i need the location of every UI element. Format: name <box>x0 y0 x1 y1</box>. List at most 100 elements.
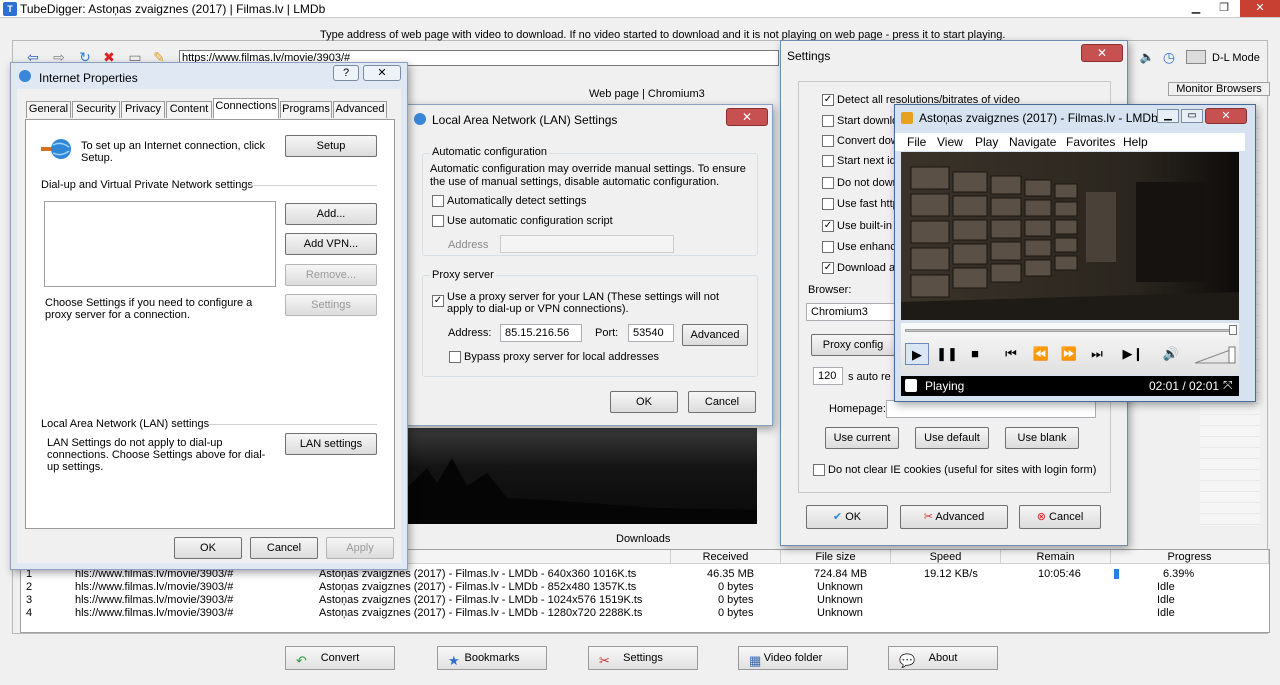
column-header-remain[interactable]: Remain <box>1001 550 1111 564</box>
auto-detect-checkbox[interactable] <box>432 195 444 207</box>
menu-file[interactable]: File <box>907 135 926 149</box>
video-folder-button[interactable]: ▦ Video folder <box>738 646 848 670</box>
advanced-button[interactable]: ✂ Advanced <box>900 505 1008 529</box>
auto-refresh-label: s auto re <box>848 371 891 383</box>
cancel-button[interactable]: ⊗ Cancel <box>1019 505 1101 529</box>
proxy-config-button[interactable]: Proxy config <box>811 334 895 356</box>
fast-forward-icon[interactable]: ⏩ <box>1057 343 1081 365</box>
tab-programs[interactable]: Programs <box>280 101 332 118</box>
apply-button[interactable]: Apply <box>326 537 394 559</box>
stop-icon[interactable]: ■ <box>963 343 987 365</box>
lan-settings-button[interactable]: LAN settings <box>285 433 377 455</box>
globe-icon <box>19 70 31 82</box>
help-icon[interactable]: ? <box>333 65 359 81</box>
browser-select[interactable]: Chromium3 <box>806 303 896 321</box>
use-default-button[interactable]: Use default <box>915 427 989 449</box>
menu-play[interactable]: Play <box>975 135 998 149</box>
web-page-view[interactable] <box>407 428 757 524</box>
media-player-window[interactable]: Astoņas zvaigznes (2017) - Filmas.lv - L… <box>894 104 1256 402</box>
tab-connections[interactable]: Connections <box>213 98 279 119</box>
option-checkbox[interactable] <box>822 241 834 253</box>
script-address-input[interactable] <box>500 235 674 253</box>
tab-general[interactable]: General <box>26 101 71 118</box>
tab-security[interactable]: Security <box>72 101 120 118</box>
cancel-button[interactable]: Cancel <box>688 391 756 413</box>
column-header-file-size[interactable]: File size <box>781 550 891 564</box>
bookmarks-button[interactable]: ★ Bookmarks <box>437 646 547 670</box>
seek-bar[interactable] <box>905 329 1235 332</box>
maximize-icon[interactable]: ❐ <box>1210 0 1238 17</box>
maximize-icon[interactable]: ▭ <box>1181 109 1203 123</box>
lan-settings-window[interactable]: Local Area Network (LAN) Settings ✕ Auto… <box>405 104 773 426</box>
column-header-received[interactable]: Received <box>671 550 781 564</box>
settings-button[interactable]: ✂ Settings <box>588 646 698 670</box>
close-icon[interactable]: ✕ <box>1205 108 1247 124</box>
forest-silhouette <box>407 458 757 524</box>
speaker-icon[interactable]: 🔈 <box>1138 48 1156 66</box>
ok-button[interactable]: OK <box>610 391 678 413</box>
tab-content[interactable]: Content <box>166 101 212 118</box>
close-icon[interactable]: ✕ <box>1081 44 1123 62</box>
ok-button[interactable]: ✔ OK <box>806 505 888 529</box>
video-frame[interactable] <box>901 152 1239 320</box>
about-button[interactable]: 💬 About <box>888 646 998 670</box>
seek-handle[interactable] <box>1229 325 1237 335</box>
tab-privacy[interactable]: Privacy <box>121 101 165 118</box>
connections-list[interactable] <box>44 201 276 287</box>
convert-button[interactable]: ↶ Convert <box>285 646 395 670</box>
option-checkbox[interactable]: ✓ <box>822 262 834 274</box>
option-checkbox[interactable] <box>822 135 834 147</box>
option-label: Use built-in r <box>837 220 899 232</box>
menu-view[interactable]: View <box>937 135 963 149</box>
ok-button[interactable]: OK <box>174 537 242 559</box>
minimize-icon[interactable]: ▁ <box>1182 0 1210 17</box>
play-icon[interactable]: ▶ <box>905 343 929 365</box>
volume-icon[interactable]: 🔊 <box>1159 343 1183 365</box>
previous-icon[interactable]: ⏮ <box>999 343 1023 365</box>
web-page-label: Web page | Chromium3 <box>589 88 705 100</box>
use-blank-button[interactable]: Use blank <box>1005 427 1079 449</box>
no-clear-cookies-checkbox[interactable] <box>813 464 825 476</box>
next-icon[interactable]: ⏭ <box>1085 343 1109 365</box>
step-forward-icon[interactable]: ▶❙ <box>1121 343 1145 365</box>
option-checkbox[interactable] <box>822 198 834 210</box>
menu-help[interactable]: Help <box>1123 135 1148 149</box>
dl-mode-label[interactable]: D-L Mode <box>1212 52 1260 64</box>
close-icon[interactable]: ✕ <box>1240 0 1280 17</box>
use-current-button[interactable]: Use current <box>825 427 899 449</box>
option-checkbox[interactable]: ✓ <box>822 94 834 106</box>
add-vpn-button[interactable]: Add VPN... <box>285 233 377 255</box>
setup-button[interactable]: Setup <box>285 135 377 157</box>
close-icon[interactable]: ✕ <box>363 65 401 81</box>
add-button[interactable]: Add... <box>285 203 377 225</box>
proxy-advanced-button[interactable]: Advanced <box>682 324 748 346</box>
menu-favorites[interactable]: Favorites <box>1066 135 1115 149</box>
use-proxy-checkbox[interactable]: ✓ <box>432 295 444 307</box>
proxy-port-input[interactable]: 53540 <box>628 324 674 342</box>
column-header-speed[interactable]: Speed <box>891 550 1001 564</box>
proxy-address-input[interactable]: 85.15.216.56 <box>500 324 582 342</box>
option-checkbox[interactable] <box>822 155 834 167</box>
homepage-input[interactable] <box>886 400 1096 418</box>
fullscreen-icon[interactable]: ⤧ <box>1223 378 1233 393</box>
option-checkbox[interactable] <box>822 177 834 189</box>
auto-script-checkbox[interactable] <box>432 215 444 227</box>
option-checkbox[interactable] <box>822 115 834 127</box>
pause-icon[interactable]: ❚❚ <box>935 343 959 365</box>
column-header-progress[interactable]: Progress <box>1111 550 1269 564</box>
internet-properties-window[interactable]: Internet Properties ? ✕ General Security… <box>10 62 408 570</box>
menu-navigate[interactable]: Navigate <box>1009 135 1056 149</box>
remove-button[interactable]: Remove... <box>285 264 377 286</box>
settings-button[interactable]: Settings <box>285 294 377 316</box>
auto-refresh-input[interactable]: 120 <box>813 367 843 385</box>
close-icon[interactable]: ✕ <box>726 108 768 126</box>
volume-slider[interactable] <box>1193 345 1237 365</box>
rewind-icon[interactable]: ⏪ <box>1029 343 1053 365</box>
clock-icon[interactable]: ◷ <box>1160 48 1178 66</box>
option-checkbox[interactable]: ✓ <box>822 220 834 232</box>
dl-mode-icon[interactable] <box>1186 50 1206 64</box>
bypass-local-checkbox[interactable] <box>449 351 461 363</box>
cancel-button[interactable]: Cancel <box>250 537 318 559</box>
minimize-icon[interactable]: ▁ <box>1157 109 1179 123</box>
tab-advanced[interactable]: Advanced <box>333 101 387 118</box>
